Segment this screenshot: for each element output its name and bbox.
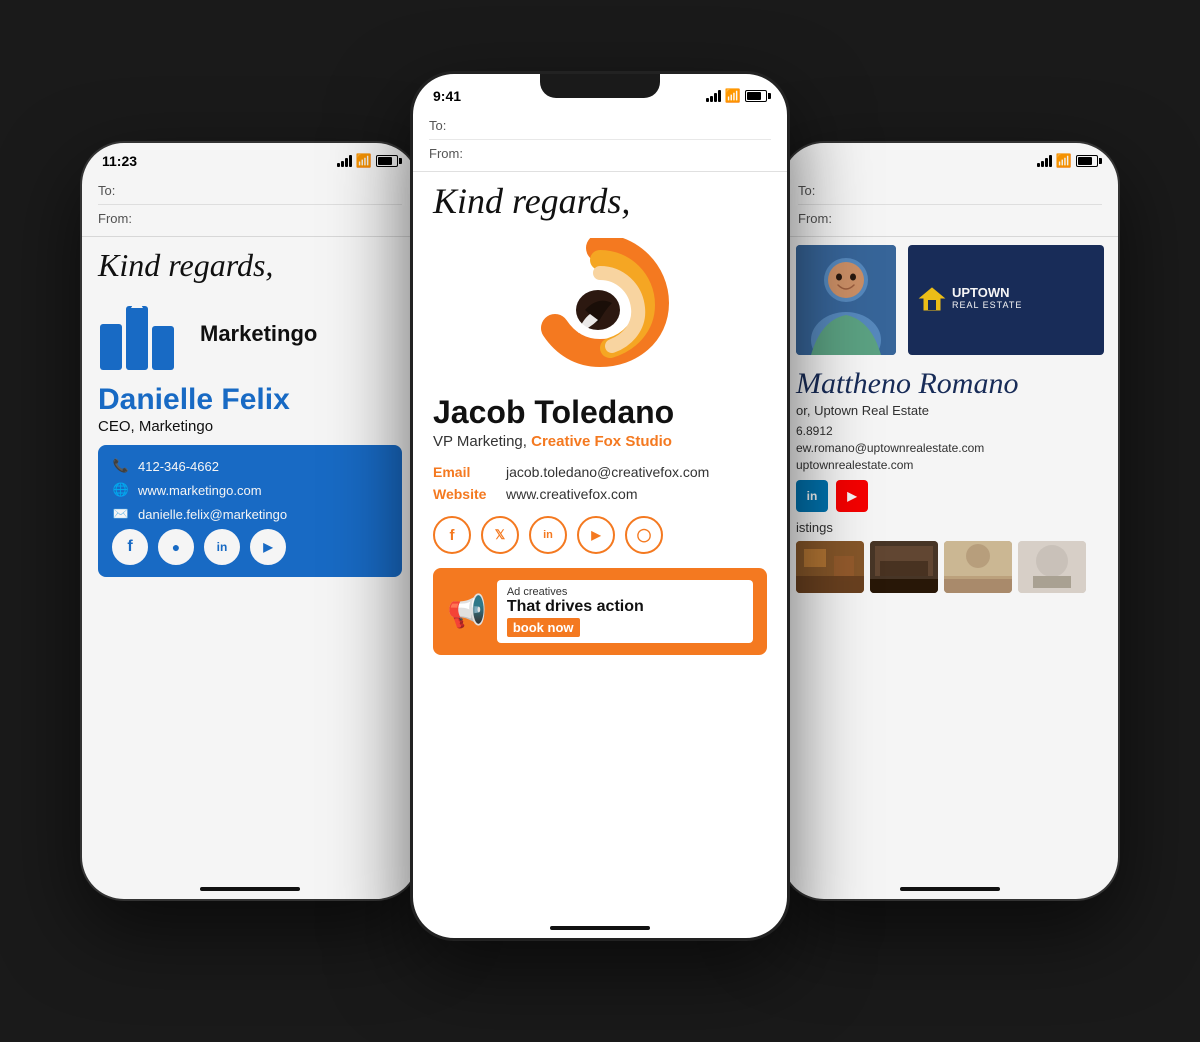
ad-cta[interactable]: book now — [507, 618, 580, 637]
battery-icon-left — [376, 155, 398, 167]
creative-fox-logo — [530, 238, 670, 378]
marketingo-logo-svg — [98, 296, 188, 371]
email-right-item: ew.romano@uptownrealestate.com — [796, 441, 1104, 455]
listing-1[interactable] — [796, 541, 864, 593]
from-field-left[interactable]: From: — [98, 205, 402, 232]
email-header-left: To: From: — [82, 173, 418, 237]
time-left: 11:23 — [102, 153, 137, 169]
facebook-icon-center[interactable]: f — [433, 516, 471, 554]
wifi-icon-right: 📶 — [1056, 153, 1072, 169]
listing-4[interactable] — [1018, 541, 1086, 593]
to-field-center[interactable]: To: — [429, 112, 771, 140]
listing-2[interactable] — [870, 541, 938, 593]
from-field-right[interactable]: From: — [798, 205, 1102, 232]
youtube-icon-center[interactable]: ▶ — [577, 516, 615, 554]
notch-center — [540, 74, 660, 98]
home-indicator-right — [900, 887, 1000, 891]
facebook-icon-left[interactable]: f — [112, 529, 148, 565]
instagram-icon-center[interactable]: ◯ — [625, 516, 663, 554]
fox-logo-container — [433, 238, 767, 378]
email-icon-left: ✉️ — [112, 505, 130, 523]
home-indicator-center — [550, 926, 650, 930]
ad-main-text: That drives action — [507, 598, 743, 616]
youtube-icon-right[interactable]: ▶ — [836, 480, 868, 512]
to-field-left[interactable]: To: — [98, 177, 402, 205]
greeting-left: Kind regards, — [98, 247, 402, 284]
wifi-icon-center: 📶 — [725, 88, 741, 104]
contact-box-left: 📞 412-346-4662 🌐 www.marketingo.com ✉️ d… — [98, 445, 402, 577]
instagram-icon-left[interactable]: ● — [158, 529, 194, 565]
uptown-name: UPTOWN — [952, 286, 1022, 300]
phone-right: 📶 To: From: — [780, 141, 1120, 901]
person-title-left: CEO, Marketingo — [98, 418, 402, 435]
person-name-right: Mattheno Romano — [796, 367, 1104, 401]
phone-center: 9:41 📶 To: From: Kind regards, — [410, 71, 790, 941]
website-row-center: Website www.creativefox.com — [433, 486, 767, 502]
linkedin-icon-right[interactable]: in — [796, 480, 828, 512]
phone-right-item: 6.8912 — [796, 424, 1104, 438]
youtube-icon-left[interactable]: ▶ — [250, 529, 286, 565]
signal-icon-right — [1037, 155, 1052, 167]
time-center: 9:41 — [433, 88, 461, 104]
website-item-left: 🌐 www.marketingo.com — [112, 481, 388, 499]
social-icons-right: in ▶ — [796, 480, 1104, 512]
social-icons-center: f 𝕏 in ▶ ◯ — [433, 516, 767, 554]
signal-icon-center — [706, 90, 721, 102]
status-bar-right: 📶 — [782, 143, 1118, 173]
wifi-icon-left: 📶 — [356, 153, 372, 169]
house-icon — [918, 284, 946, 312]
status-bar-left: 11:23 📶 — [82, 143, 418, 173]
center-signature: Kind regards, — [413, 172, 787, 663]
profile-section-right: UPTOWN REAL ESTATE — [796, 245, 1104, 355]
email-header-center: To: From: — [413, 108, 787, 172]
twitter-icon-center[interactable]: 𝕏 — [481, 516, 519, 554]
email-item-left: ✉️ danielle.felix@marketingo — [112, 505, 388, 523]
linkedin-icon-center[interactable]: in — [529, 516, 567, 554]
person-title-right: or, Uptown Real Estate — [796, 403, 1104, 418]
battery-icon-right — [1076, 155, 1098, 167]
status-icons-right: 📶 — [1037, 153, 1098, 169]
profile-photo-right — [796, 245, 896, 355]
social-icons-left: f ● in ▶ — [112, 529, 388, 565]
uptown-logo-right: UPTOWN REAL ESTATE — [908, 245, 1104, 355]
globe-icon-left: 🌐 — [112, 481, 130, 499]
email-header-right: To: From: — [782, 173, 1118, 237]
company-name-left: Marketingo — [200, 321, 317, 347]
from-field-center[interactable]: From: — [429, 140, 771, 167]
phone-item-left: 📞 412-346-4662 — [112, 457, 388, 475]
status-icons-center: 📶 — [706, 88, 767, 104]
email-row-center: Email jacob.toledano@creativefox.com — [433, 464, 767, 480]
home-indicator-left — [200, 887, 300, 891]
ad-text-box: Ad creatives That drives action book now — [497, 580, 753, 643]
phones-container: 11:23 📶 To: From: Kind regards, — [50, 31, 1150, 1011]
to-field-right[interactable]: To: — [798, 177, 1102, 205]
listings-section: istings — [796, 520, 1104, 593]
left-signature: Kind regards, Marketi — [82, 237, 418, 597]
megaphone-icon: 📢 — [447, 592, 487, 630]
phone-icon-left: 📞 — [112, 457, 130, 475]
listing-3[interactable] — [944, 541, 1012, 593]
greeting-center: Kind regards, — [433, 180, 767, 222]
website-right-item: uptownrealestate.com — [796, 458, 1104, 472]
ad-banner[interactable]: 📢 Ad creatives That drives action book n… — [433, 568, 767, 655]
signal-icon-left — [337, 155, 352, 167]
right-signature: UPTOWN REAL ESTATE Mattheno Romano or, U… — [782, 245, 1118, 603]
listings-grid — [796, 541, 1104, 593]
company-logo-left: Marketingo — [98, 296, 402, 371]
phone-left: 11:23 📶 To: From: Kind regards, — [80, 141, 420, 901]
person-name-left: Danielle Felix — [98, 383, 402, 416]
profile-svg — [796, 245, 896, 355]
ad-small-text: Ad creatives — [507, 586, 743, 598]
person-name-center: Jacob Toledano — [433, 394, 767, 431]
battery-icon-center — [745, 90, 767, 102]
person-title-center: VP Marketing, Creative Fox Studio — [433, 433, 767, 450]
listings-label: istings — [796, 520, 1104, 535]
uptown-subtitle: REAL ESTATE — [952, 300, 1022, 310]
linkedin-icon-left[interactable]: in — [204, 529, 240, 565]
status-icons-left: 📶 — [337, 153, 398, 169]
